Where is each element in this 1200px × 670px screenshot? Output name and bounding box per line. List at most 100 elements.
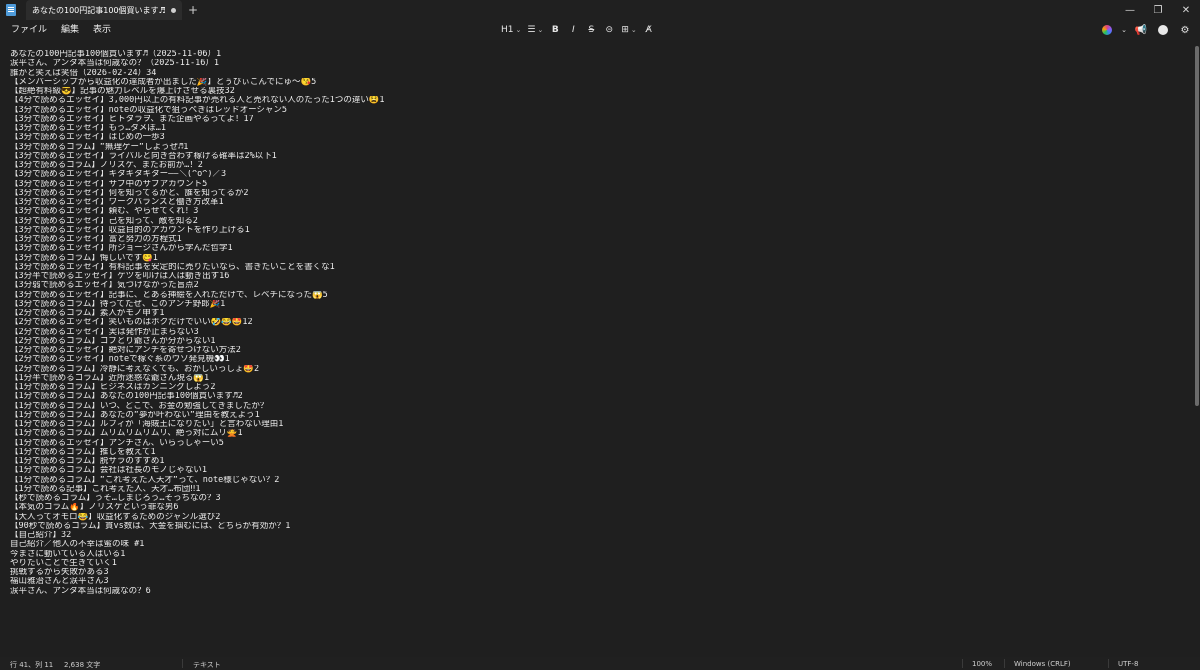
document-line[interactable]: 涙平さん、アンタ本当は何歳なの？6 bbox=[10, 587, 1160, 596]
document-line[interactable]: 【3分で読めるエッセイ】ワークバランスと働き方改革1 bbox=[10, 198, 1160, 207]
document-line[interactable]: 【1分半で読めるコラム】近所迷惑な爺さん現る😱1 bbox=[10, 374, 1160, 383]
document-line[interactable]: あなたの100円記事100個買います♬（2025-11-06）1 bbox=[10, 50, 1160, 59]
unsaved-dot-icon[interactable] bbox=[171, 7, 176, 13]
copilot-icon bbox=[1102, 25, 1112, 35]
menu-file[interactable]: ファイル bbox=[4, 20, 54, 40]
new-tab-button[interactable]: + bbox=[182, 0, 204, 20]
document-line[interactable]: 【本気のコラム🔥】ノリスケという罪な男6 bbox=[10, 503, 1160, 512]
document-line[interactable]: 【3分で読めるエッセイ】収益目的のアカウントを作り上げる1 bbox=[10, 226, 1160, 235]
document-line[interactable]: 【3分で読めるエッセイ】富と努力の方程式1 bbox=[10, 235, 1160, 244]
strikethrough-button[interactable]: S bbox=[582, 20, 600, 40]
account-button[interactable] bbox=[1152, 20, 1174, 40]
document-line[interactable]: 【3分で読めるエッセイ】noteの収益化で狙うべきはレッドオーシャン5 bbox=[10, 106, 1160, 115]
document-line[interactable]: 【2分で読めるコラム】素人がモノ申す1 bbox=[10, 309, 1160, 318]
document-line[interactable]: 【1分で読めるコラム】脱サラのすすめ1 bbox=[10, 457, 1160, 466]
document-line[interactable]: やりたいことで生きていく1 bbox=[10, 559, 1160, 568]
document-line[interactable]: 【3分半で読めるエッセイ】ケツを叩けば人は動き出す16 bbox=[10, 272, 1160, 281]
text-mode[interactable]: テキスト bbox=[193, 660, 221, 670]
document-line[interactable]: 【3分で読めるエッセイ】己を知って、敵を知る2 bbox=[10, 217, 1160, 226]
document-line[interactable]: 【3分で読めるエッセイ】記事に、とある挿絵を入れただけで、レベチになった😱5 bbox=[10, 291, 1160, 300]
heading-dropdown[interactable]: H1 ⌄ bbox=[498, 20, 524, 40]
clear-formatting-button[interactable]: A̸ bbox=[640, 20, 658, 40]
bold-icon: B bbox=[551, 25, 559, 35]
zoom-level[interactable]: 100% bbox=[972, 660, 992, 668]
document-line[interactable]: 【3分で読めるエッセイ】はじめの一歩3 bbox=[10, 133, 1160, 142]
document-line[interactable]: 【3分で読めるエッセイ】ライバルと向き合わず稼げる確率は2%以下1 bbox=[10, 152, 1160, 161]
table-dropdown[interactable]: ⊞ ⌄ bbox=[618, 20, 639, 40]
document-line[interactable]: 【3分弱で読めるエッセイ】気づけなかった盲点2 bbox=[10, 281, 1160, 290]
link-button[interactable]: ⊝ bbox=[600, 20, 618, 40]
document-line[interactable]: 【1分で読める記事】これ考えた人、天才…布団‼1 bbox=[10, 485, 1160, 494]
document-line[interactable]: 【2分で読めるエッセイ】絶対にアンチを寄せつけない方法2 bbox=[10, 346, 1160, 355]
document-line[interactable]: 【自己紹介】32 bbox=[10, 531, 1160, 540]
line-ending[interactable]: Windows (CRLF) bbox=[1014, 660, 1071, 668]
document-line[interactable]: 【3分で読めるコラム】悔しいです😋1 bbox=[10, 254, 1160, 263]
menu-view[interactable]: 表示 bbox=[86, 20, 118, 40]
editor-area[interactable]: あなたの100円記事100個買います♬（2025-11-06）1 涙平さん、アンタ… bbox=[0, 40, 1200, 657]
toolbar-right: ⌄ 📢 ⚙ bbox=[1096, 20, 1196, 40]
heading-label: H1 bbox=[501, 25, 514, 35]
document-line[interactable]: 【1分で読めるコラム】ビジネスはカンニングしよう2 bbox=[10, 383, 1160, 392]
document-line[interactable]: 【3分で読めるエッセイ】有料記事を安定的に売りたいなら、書きたいことを書くな1 bbox=[10, 263, 1160, 272]
document-line[interactable]: 自己紹介／他人の不幸は蜜の味 #1 bbox=[10, 540, 1160, 549]
document-line[interactable]: 【4分で読めるエッセイ】3,000円以上の有料記事が売れる人と売れない人のたった… bbox=[10, 96, 1160, 105]
megaphone-icon: 📢 bbox=[1134, 24, 1148, 36]
document-line[interactable]: 【3分で読めるエッセイ】サブ中のサブアカウント5 bbox=[10, 180, 1160, 189]
document-line[interactable]: 【1分で読めるコラム】いつ、どこで、お金の勉強してきましたか？ bbox=[10, 402, 1160, 411]
document-line[interactable]: 【1分で読めるコラム】ムリムリムリムリ、絶っ対にムリ🙅1 bbox=[10, 429, 1160, 438]
document-line[interactable]: 【3分で読めるエッセイ】ヒトタラヲ、また企画やるってよ！17 bbox=[10, 115, 1160, 124]
document-line[interactable]: 【3分で読めるエッセイ】もう…ダメぽ…1 bbox=[10, 124, 1160, 133]
document-line[interactable]: 【3分で読めるエッセイ】キタキタキター――＼(^o^)／3 bbox=[10, 170, 1160, 179]
document-line[interactable]: 挑戦するから失敗がある3 bbox=[10, 568, 1160, 577]
document-line[interactable]: 【1分で読めるエッセイ】アンチさん、いらっしゃーい5 bbox=[10, 439, 1160, 448]
document-line[interactable]: 福山雅治さんと涙平さん3 bbox=[10, 577, 1160, 586]
document-line[interactable]: 【2分で読めるコラム】冷静に考えなくても、おかしいっしょ🤩2 bbox=[10, 365, 1160, 374]
share-button[interactable]: 📢 bbox=[1130, 20, 1152, 40]
list-icon: ☰ bbox=[527, 25, 536, 35]
chevron-down-icon: ⌄ bbox=[537, 26, 544, 34]
document-line[interactable]: 【メンバーシップから収益化の達成者が出ました🎉】とぅびぃこんでにゅ〜😘5 bbox=[10, 78, 1160, 87]
settings-button[interactable]: ⚙ bbox=[1174, 20, 1196, 40]
list-dropdown[interactable]: ☰ ⌄ bbox=[524, 20, 546, 40]
avatar-icon bbox=[1158, 25, 1168, 35]
document-line[interactable]: 【1分で読めるコラム】会社は社長のモノじゃない1 bbox=[10, 466, 1160, 475]
encoding[interactable]: UTF-8 bbox=[1118, 660, 1138, 668]
document-line[interactable]: 【1分で読めるコラム】“これ考えた人天才“って、note様じゃない？2 bbox=[10, 476, 1160, 485]
vertical-scrollbar[interactable] bbox=[1195, 46, 1199, 406]
document-line[interactable]: 【3分で読めるコラム】ノリスケ、またお前か…！2 bbox=[10, 161, 1160, 170]
copilot-chevron-icon[interactable]: ⌄ bbox=[1118, 20, 1130, 40]
document-line[interactable]: 【3分で読めるエッセイ】何を知ってるかと、誰を知ってるか2 bbox=[10, 189, 1160, 198]
document-line[interactable]: 【2分で読めるエッセイ】実は発作が止まらない3 bbox=[10, 328, 1160, 337]
title-bar: あなたの100円記事100個買います♬ (2 + — ❐ ✕ bbox=[0, 0, 1200, 20]
document-line[interactable]: 【3分で読めるエッセイ】所ジョージさんから学んだ哲学1 bbox=[10, 244, 1160, 253]
document-line[interactable]: 【2分で読めるコラム】コブとり爺さんが分からない1 bbox=[10, 337, 1160, 346]
minimize-button[interactable]: — bbox=[1116, 0, 1144, 20]
document-line[interactable]: 【1分で読めるコラム】ルフィが「海賊王になりたい」と言わない理由1 bbox=[10, 420, 1160, 429]
close-button[interactable]: ✕ bbox=[1172, 0, 1200, 20]
copilot-button[interactable] bbox=[1096, 20, 1118, 40]
document-line[interactable]: 【1分で読めるコラム】あなたの“夢が叶わない“理由を教えよう1 bbox=[10, 411, 1160, 420]
italic-icon: I bbox=[572, 25, 575, 35]
document-line[interactable]: 誰かと笑えば笑倍（2026-02-24）34 bbox=[10, 69, 1160, 78]
menu-bar: ファイル 編集 表示 bbox=[0, 20, 118, 40]
document-line[interactable]: 【90秒で読めるコラム】貫vs数は、大金を掴むには、どちらが有効か？1 bbox=[10, 522, 1160, 531]
document-line[interactable]: 【超絶有料級😎】記事の魅力レベルを爆上げさせる裏技32 bbox=[10, 87, 1160, 96]
document-line[interactable]: 【3分で読めるエッセイ】頼む、やらせてくれ！3 bbox=[10, 207, 1160, 216]
document-line[interactable]: 今まさに動いている人はいる1 bbox=[10, 550, 1160, 559]
text-content[interactable]: あなたの100円記事100個買います♬（2025-11-06）1 涙平さん、アンタ… bbox=[10, 50, 1160, 596]
document-line[interactable]: 【2分で読めるエッセイ】笑いものはボクだけでいい🤣😂🤩12 bbox=[10, 318, 1160, 327]
document-line[interactable]: 【3分で読めるコラム】“無理ゲー“しようぜ♬1 bbox=[10, 143, 1160, 152]
bold-button[interactable]: B bbox=[546, 20, 564, 40]
document-line[interactable]: 涙平さん、アンタ本当は何歳なの？（2025-11-16）1 bbox=[10, 59, 1160, 68]
menu-edit[interactable]: 編集 bbox=[54, 20, 86, 40]
document-line[interactable]: 【3分で読めるコラム】待ってたぜ、このアンチ野郎🎉1 bbox=[10, 300, 1160, 309]
document-line[interactable]: 【秒で読めるコラム】うそ…しまじろう…そっちなの？3 bbox=[10, 494, 1160, 503]
maximize-button[interactable]: ❐ bbox=[1144, 0, 1172, 20]
italic-button[interactable]: I bbox=[564, 20, 582, 40]
document-line[interactable]: 【1分で読めるコラム】推しを教えて1 bbox=[10, 448, 1160, 457]
document-line[interactable]: 【2分で読めるエッセイ】noteで稼ぐ系のウソ発見機👀1 bbox=[10, 355, 1160, 364]
document-line[interactable]: 【大人ってオモロ😂】収益化するためのジャンル選び2 bbox=[10, 513, 1160, 522]
document-line[interactable]: 【1分で読めるコラム】あなたの100円記事100個買います♬2 bbox=[10, 392, 1160, 401]
chevron-down-icon: ⌄ bbox=[630, 26, 637, 34]
document-tab[interactable]: あなたの100円記事100個買います♬ (2 bbox=[26, 0, 182, 20]
